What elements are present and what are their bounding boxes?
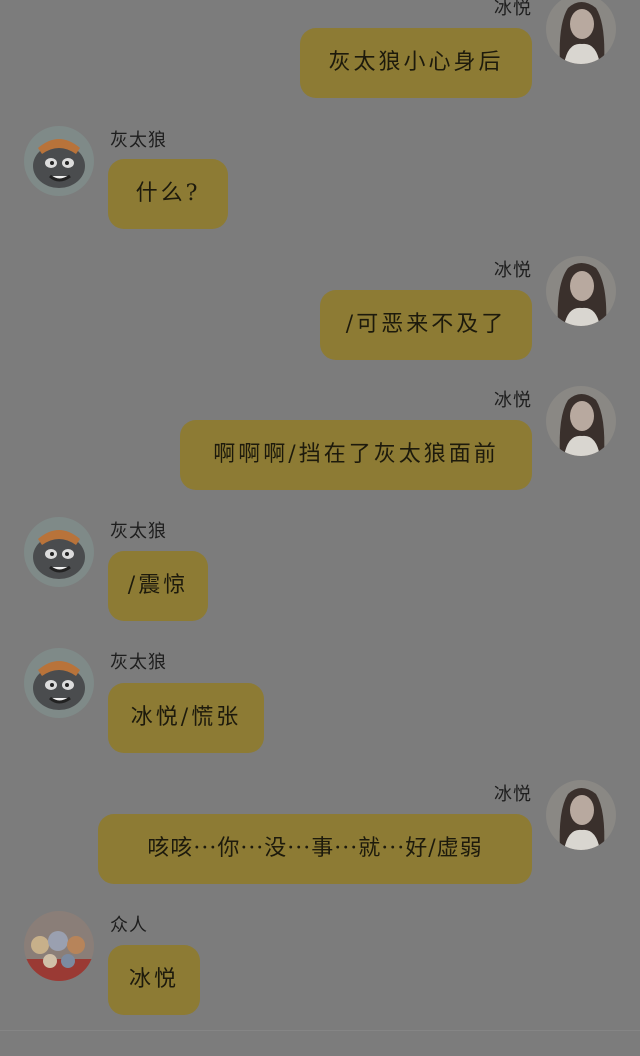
message-bubble[interactable]: 啊啊啊/挡在了灰太狼面前 bbox=[180, 420, 532, 490]
message-bubble[interactable]: 冰悦/慌张 bbox=[108, 683, 264, 753]
message-bubble[interactable]: 灰太狼小心身后 bbox=[300, 28, 532, 98]
avatar-huitailang-icon[interactable] bbox=[24, 648, 94, 718]
sender-name: 冰悦 bbox=[494, 260, 532, 281]
sender-name: 冰悦 bbox=[494, 390, 532, 411]
avatar-huitailang-icon[interactable] bbox=[24, 126, 94, 196]
sender-name: 冰悦 bbox=[494, 0, 532, 19]
avatar-bingyue-icon[interactable] bbox=[546, 386, 616, 456]
message-bubble[interactable]: 什么? bbox=[108, 159, 228, 229]
sender-name: 灰太狼 bbox=[110, 521, 167, 542]
message-bubble[interactable]: /可恶来不及了 bbox=[320, 290, 532, 360]
avatar-bingyue-icon[interactable] bbox=[546, 256, 616, 326]
sender-name: 灰太狼 bbox=[110, 652, 167, 673]
sender-name: 众人 bbox=[110, 915, 148, 936]
avatar-group-icon[interactable] bbox=[24, 911, 94, 981]
avatar-bingyue-icon[interactable] bbox=[546, 780, 616, 850]
avatar-huitailang-icon[interactable] bbox=[24, 517, 94, 587]
sender-name: 冰悦 bbox=[494, 784, 532, 805]
sender-name: 灰太狼 bbox=[110, 130, 167, 151]
message-bubble[interactable]: 冰悦 bbox=[108, 945, 200, 1015]
avatar-bingyue-icon[interactable] bbox=[546, 0, 616, 64]
message-bubble[interactable]: /震惊 bbox=[108, 551, 208, 621]
message-bubble[interactable]: 咳咳···你···没···事···就···好/虚弱 bbox=[98, 814, 532, 884]
bottom-divider bbox=[0, 1030, 640, 1031]
